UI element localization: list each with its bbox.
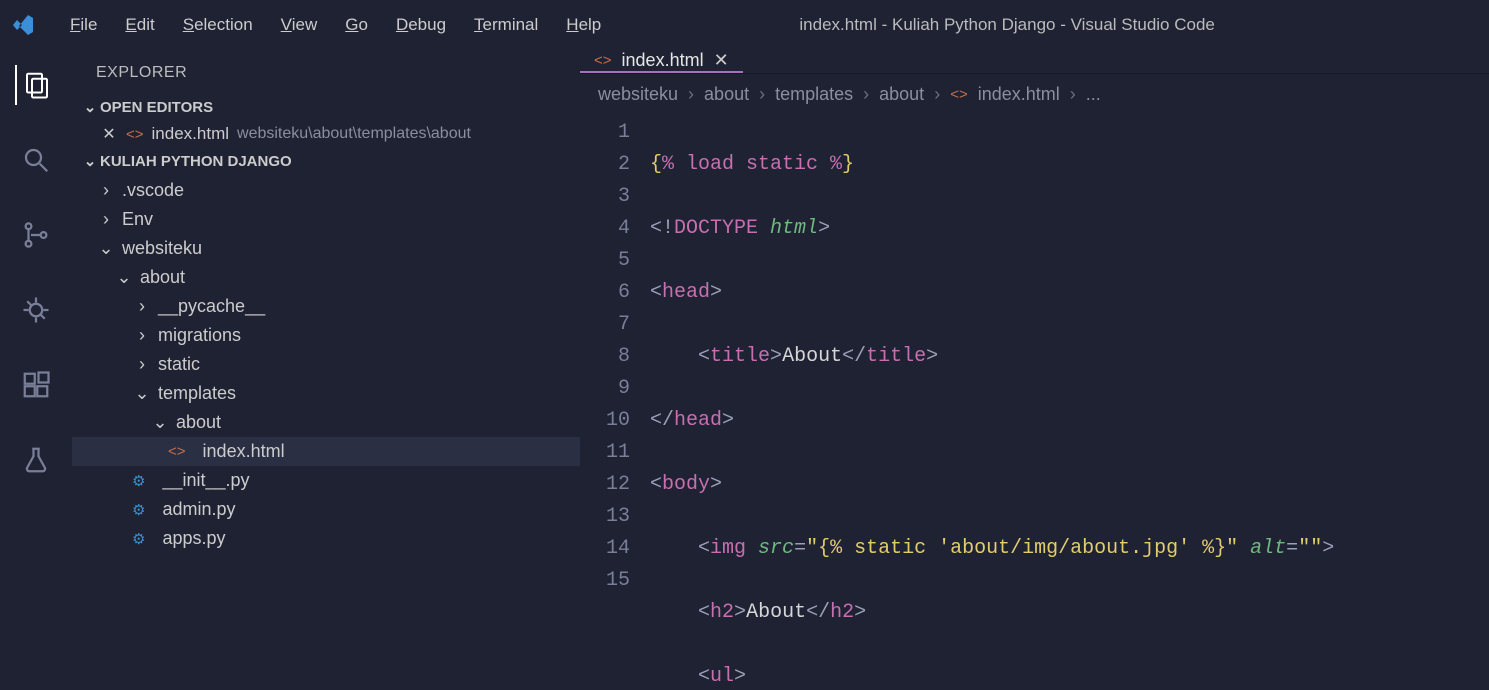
vscode-logo-icon (10, 12, 36, 38)
breadcrumb-item[interactable]: templates (775, 84, 853, 105)
menu-selection[interactable]: Selection (169, 9, 267, 41)
chevron-down-icon: ⌄ (96, 238, 116, 259)
chevron-right-icon: › (132, 325, 152, 346)
explorer-icon[interactable] (15, 65, 55, 105)
python-file-icon: ⚙ (132, 501, 145, 519)
python-file-icon: ⚙ (132, 530, 145, 548)
chevron-down-icon: ⌄ (80, 152, 100, 170)
open-editor-filename: index.html (152, 124, 229, 144)
folder-about[interactable]: ⌄about (72, 263, 580, 292)
file-init-py[interactable]: ⚙ __init__.py (72, 466, 580, 495)
breadcrumb-item[interactable]: about (704, 84, 749, 105)
chevron-right-icon: › (863, 84, 869, 105)
folder-migrations[interactable]: ›migrations (72, 321, 580, 350)
html-file-icon: <> (126, 126, 144, 143)
project-header[interactable]: ⌄ KULIAH PYTHON DJANGO (72, 148, 580, 174)
folder-vscode[interactable]: ›.vscode (72, 176, 580, 205)
menubar: File Edit Selection View Go Debug Termin… (0, 0, 1489, 50)
folder-templates[interactable]: ⌄templates (72, 379, 580, 408)
chevron-right-icon: › (759, 84, 765, 105)
html-file-icon: <> (168, 443, 186, 460)
editor-tabs: <> index.html ✕ (580, 50, 1489, 74)
project-label: KULIAH PYTHON DJANGO (100, 153, 292, 170)
editor-area: <> index.html ✕ websiteku › about › templa… (580, 50, 1489, 690)
breadcrumb-more[interactable]: ... (1086, 84, 1101, 105)
menu-go[interactable]: Go (331, 9, 382, 41)
folder-static[interactable]: ›static (72, 350, 580, 379)
chevron-down-icon: ⌄ (114, 267, 134, 288)
file-apps-py[interactable]: ⚙ apps.py (72, 524, 580, 553)
python-file-icon: ⚙ (132, 472, 145, 490)
open-editor-item[interactable]: ✕ <> index.html websiteku\about\template… (72, 120, 580, 148)
menu-file[interactable]: File (56, 9, 111, 41)
open-editors-label: OPEN EDITORS (100, 99, 213, 116)
close-icon[interactable]: ✕ (100, 124, 118, 144)
chevron-down-icon: ⌄ (150, 412, 170, 433)
source-control-icon[interactable] (16, 215, 56, 255)
folder-about-templates[interactable]: ⌄about (72, 408, 580, 437)
chevron-right-icon: › (132, 354, 152, 375)
menu-debug[interactable]: Debug (382, 9, 460, 41)
menu-help[interactable]: Help (552, 9, 615, 41)
chevron-down-icon: ⌄ (132, 383, 152, 404)
code-content[interactable]: {% load static %} <!DOCTYPE html> <head>… (650, 117, 1489, 690)
breadcrumb-item[interactable]: about (879, 84, 924, 105)
chevron-right-icon: › (934, 84, 940, 105)
breadcrumb-item[interactable]: index.html (978, 84, 1060, 105)
open-editor-path: websiteku\about\templates\about (237, 125, 471, 143)
chevron-right-icon: › (132, 296, 152, 317)
chevron-right-icon: › (96, 180, 116, 201)
html-file-icon: <> (594, 52, 612, 69)
html-file-icon: <> (950, 86, 968, 103)
menu-terminal[interactable]: Terminal (460, 9, 552, 41)
chevron-right-icon: › (96, 209, 116, 230)
tab-index-html[interactable]: <> index.html ✕ (580, 50, 743, 73)
tab-label: index.html (622, 50, 704, 71)
open-editors-header[interactable]: ⌄ OPEN EDITORS (72, 94, 580, 120)
close-icon[interactable]: ✕ (714, 50, 729, 71)
activity-bar (0, 50, 72, 690)
search-icon[interactable] (16, 140, 56, 180)
breadcrumb-item[interactable]: websiteku (598, 84, 678, 105)
window-title: index.html - Kuliah Python Django - Visu… (615, 15, 1479, 35)
flask-icon[interactable] (16, 440, 56, 480)
explorer-sidebar: EXPLORER ⌄ OPEN EDITORS ✕ <> index.html … (72, 50, 580, 690)
code-editor[interactable]: 1 2 3 4 5 6 7 8 9 10 11 12 13 14 15 {% l… (580, 115, 1489, 690)
extensions-icon[interactable] (16, 365, 56, 405)
folder-pycache[interactable]: ›__pycache__ (72, 292, 580, 321)
chevron-down-icon: ⌄ (80, 98, 100, 116)
folder-env[interactable]: ›Env (72, 205, 580, 234)
file-admin-py[interactable]: ⚙ admin.py (72, 495, 580, 524)
line-number-gutter: 1 2 3 4 5 6 7 8 9 10 11 12 13 14 15 (580, 117, 650, 690)
sidebar-title: EXPLORER (72, 50, 580, 94)
chevron-right-icon: › (688, 84, 694, 105)
menu-view[interactable]: View (267, 9, 332, 41)
file-tree: ›.vscode ›Env ⌄websiteku ⌄about ›__pycac… (72, 174, 580, 555)
breadcrumbs[interactable]: websiteku › about › templates › about › <> i… (580, 74, 1489, 115)
chevron-right-icon: › (1070, 84, 1076, 105)
file-index-html[interactable]: <> index.html (72, 437, 580, 466)
menu-edit[interactable]: Edit (111, 9, 168, 41)
debug-icon[interactable] (16, 290, 56, 330)
folder-websiteku[interactable]: ⌄websiteku (72, 234, 580, 263)
